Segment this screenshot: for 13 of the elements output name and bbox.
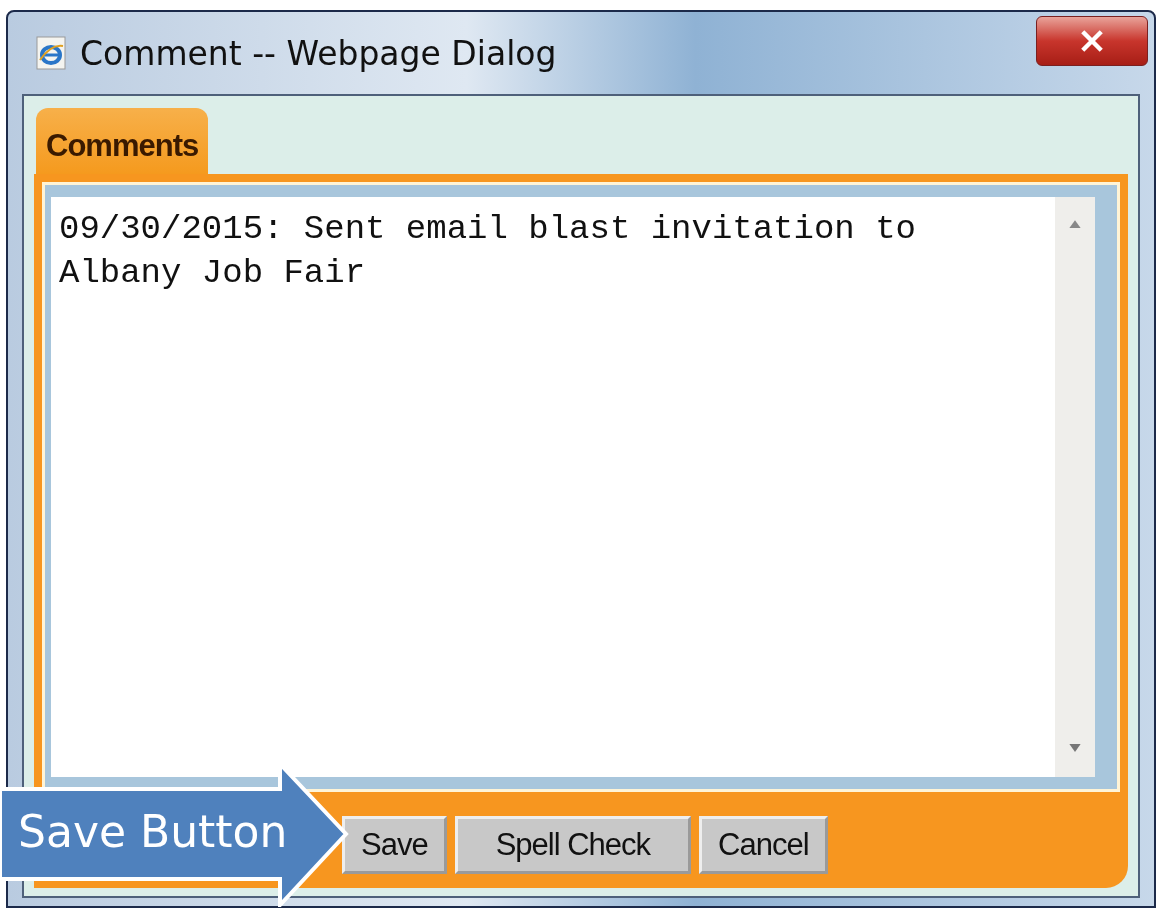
comment-field[interactable]: 09/30/2015: Sent email blast invitation to Albany Job Fair xyxy=(51,197,1055,777)
close-icon[interactable] xyxy=(1081,30,1103,52)
dialog-button[interactable]: Spell Check xyxy=(454,816,692,874)
dialog-button[interactable]: Save xyxy=(342,816,447,874)
callout-label: Save Button xyxy=(18,806,288,858)
browser-icon xyxy=(36,36,66,70)
scroll-down-icon[interactable] xyxy=(1069,744,1081,753)
dialog-button[interactable]: Cancel xyxy=(699,816,828,874)
window-title: Comment -- Webpage Dialog xyxy=(80,33,558,73)
scrollbar[interactable] xyxy=(1055,197,1095,777)
comments-tab[interactable]: Comments xyxy=(36,108,209,174)
close-button[interactable] xyxy=(1036,16,1148,66)
scroll-up-icon[interactable] xyxy=(1069,219,1081,228)
